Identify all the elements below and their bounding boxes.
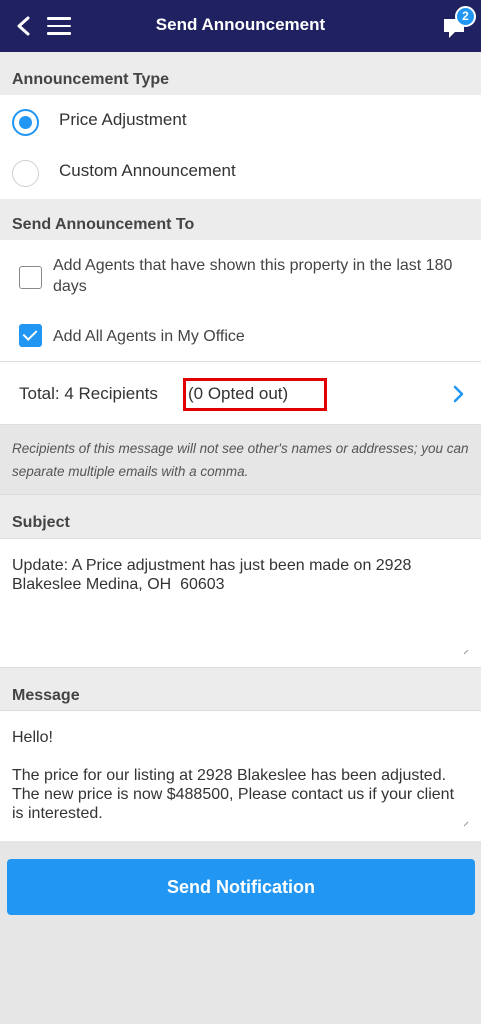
subject-heading: Subject (0, 495, 481, 538)
resize-handle-icon[interactable] (463, 649, 469, 655)
resize-handle-icon[interactable] (463, 821, 469, 827)
checkbox-shown-agents[interactable] (19, 266, 42, 289)
radio-label-custom-announcement: Custom Announcement (59, 161, 236, 180)
announcement-type-group: Price Adjustment Custom Announcement (0, 95, 481, 199)
message-field[interactable]: Hello! The price for our listing at 2928… (0, 710, 481, 841)
radio-custom-announcement[interactable]: Custom Announcement (0, 148, 481, 198)
checkbox-label-office-agents: Add All Agents in My Office (53, 328, 245, 345)
top-bar: Send Announcement 2 (0, 0, 481, 52)
radio-button-selected[interactable] (12, 109, 39, 136)
checkbox-label-shown-agents: Add Agents that have shown this property… (53, 257, 453, 295)
radio-label-price-adjustment: Price Adjustment (59, 110, 187, 129)
chevron-right-icon[interactable] (452, 385, 464, 403)
message-heading: Message (0, 668, 481, 710)
opted-out-count: (0 Opted out) (188, 384, 289, 403)
recipients-total: Total: 4 Recipients (19, 384, 158, 403)
message-text[interactable]: Hello! The price for our listing at 2928… (12, 728, 467, 823)
checkbox-row-office-agents[interactable]: Add All Agents in My Office (0, 322, 481, 354)
radio-button-unselected[interactable] (12, 160, 39, 187)
send-to-group: Add Agents that have shown this property… (0, 240, 481, 361)
announcement-type-heading: Announcement Type (0, 52, 481, 95)
privacy-note: Recipients of this message will not see … (12, 441, 469, 479)
notification-badge: 2 (455, 6, 476, 27)
send-to-heading: Send Announcement To (0, 199, 481, 240)
checkbox-office-agents[interactable] (19, 324, 42, 347)
subject-text[interactable]: Update: A Price adjustment has just been… (12, 556, 467, 594)
checkbox-row-shown-agents[interactable]: Add Agents that have shown this property… (0, 254, 481, 304)
recipients-row[interactable]: Total: 4 Recipients (0 Opted out) (0, 361, 481, 425)
subject-field[interactable]: Update: A Price adjustment has just been… (0, 538, 481, 668)
page-title: Send Announcement (155, 15, 326, 34)
send-notification-button[interactable]: Send Notification (7, 859, 475, 915)
radio-price-adjustment[interactable]: Price Adjustment (0, 97, 481, 147)
